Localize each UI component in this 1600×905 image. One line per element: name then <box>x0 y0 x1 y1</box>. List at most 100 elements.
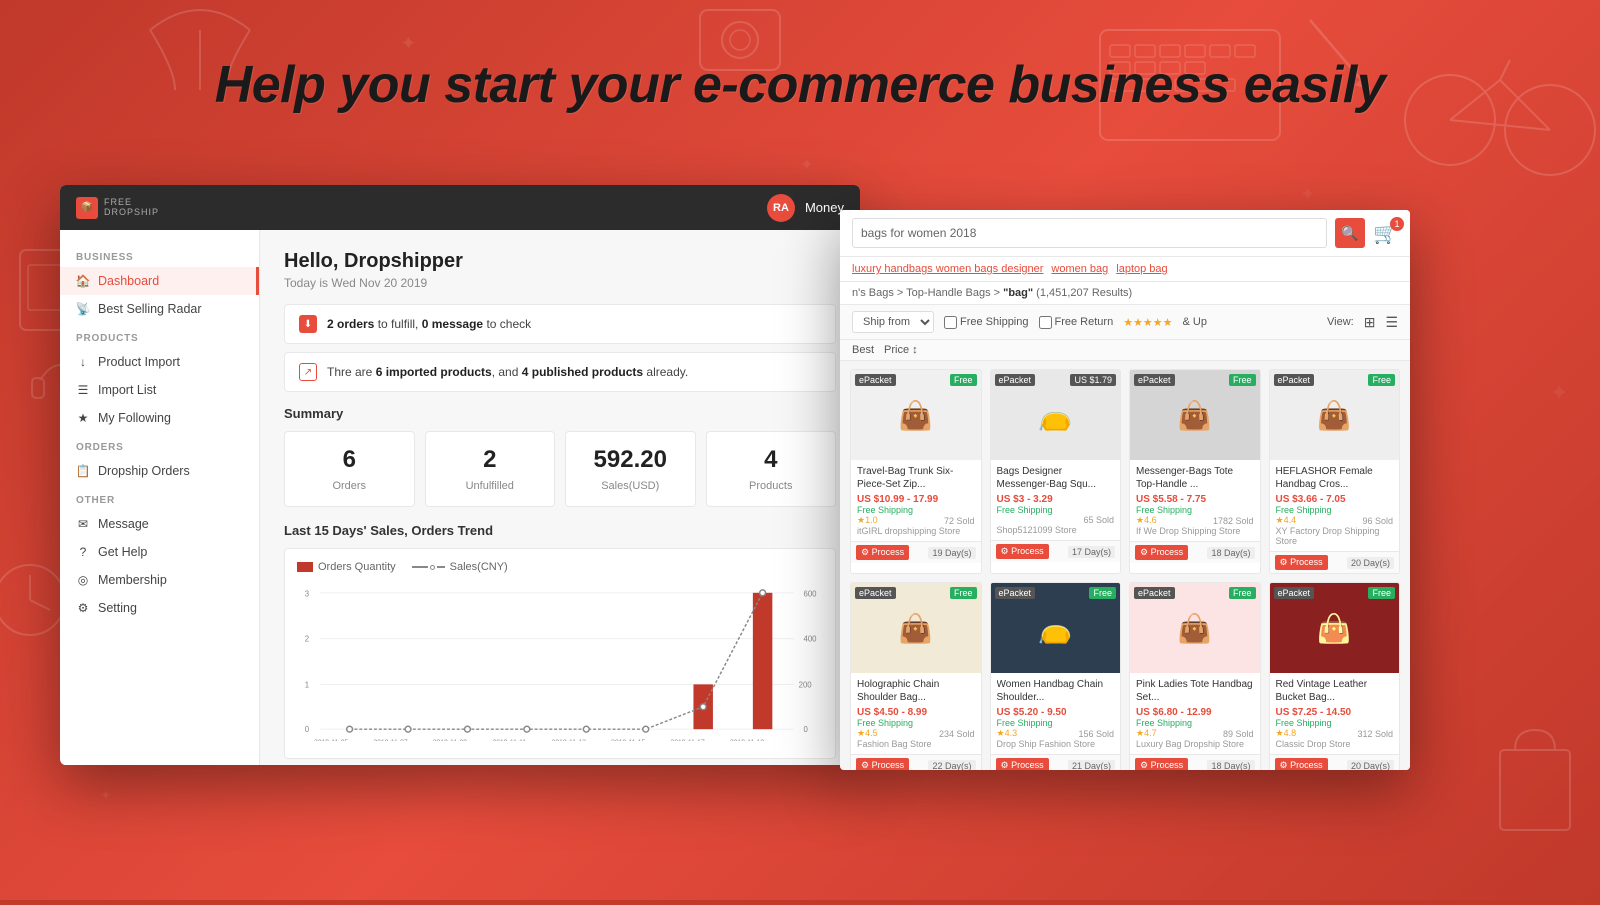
sidebar-item-dropship-orders[interactable]: 📋 Dropship Orders <box>60 457 259 485</box>
chart-svg-container: 3 2 1 0 600 400 200 0 <box>297 581 823 746</box>
product-image-3: 👜 ePacket Free <box>1130 370 1260 460</box>
free-return-filter[interactable]: Free Return <box>1039 316 1114 329</box>
money-label[interactable]: Money <box>805 200 844 215</box>
stars-up-label: & Up <box>1183 316 1207 328</box>
sort-best[interactable]: Best <box>852 344 874 356</box>
process-button-7[interactable]: ⚙ Process <box>1135 758 1188 770</box>
product-sold-2: 65 Sold <box>1083 515 1114 525</box>
product-card-2[interactable]: 👝 ePacket US $1.79 Bags Designer Messeng… <box>990 369 1122 574</box>
avatar[interactable]: RA <box>767 194 795 222</box>
sidebar-item-membership[interactable]: ◎ Membership <box>60 566 259 594</box>
product-process-5: ⚙ Process 22 Day(s) <box>851 754 981 770</box>
free-badge-5: Free <box>950 587 977 599</box>
process-button-5[interactable]: ⚙ Process <box>856 758 909 770</box>
products-label: Products <box>719 480 824 492</box>
free-shipping-label: Free Shipping <box>960 316 1029 328</box>
sidebar-item-message[interactable]: ✉ Message <box>60 510 259 538</box>
breadcrumb-text: n's Bags > Top-Handle Bags > "bag" (1,45… <box>852 287 1132 299</box>
view-label: View: <box>1327 316 1354 328</box>
process-days-8: 20 Day(s) <box>1347 760 1394 771</box>
grid-view-icon[interactable]: ⊞ <box>1364 314 1376 331</box>
sidebar-item-import-list[interactable]: ☰ Import List <box>60 376 259 404</box>
greeting: Hello, Dropshipper <box>284 250 836 273</box>
product-footer-7: ★4.7 89 Sold <box>1136 728 1254 739</box>
product-card-4[interactable]: 👜 ePacket Free HEFLASHOR Female Handbag … <box>1269 369 1401 574</box>
help-icon: ? <box>76 545 90 559</box>
product-card-8[interactable]: 👜 ePacket Free Red Vintage Leather Bucke… <box>1269 582 1401 770</box>
search-input[interactable] <box>852 218 1327 248</box>
svg-text:2019-11-17: 2019-11-17 <box>670 739 704 741</box>
product-info-1: Travel-Bag Trunk Six-Piece-Set Zip... US… <box>851 460 981 541</box>
process-button-6[interactable]: ⚙ Process <box>996 758 1049 770</box>
product-card-6[interactable]: 👝 ePacket Free Women Handbag Chain Shoul… <box>990 582 1122 770</box>
product-process-4: ⚙ Process 20 Day(s) <box>1270 551 1400 573</box>
product-stars-7: ★4.7 <box>1136 728 1157 739</box>
process-button-4[interactable]: ⚙ Process <box>1275 555 1328 570</box>
stars-filter[interactable]: ★★★★★ <box>1123 316 1172 329</box>
tag-3[interactable]: laptop bag <box>1116 263 1167 275</box>
free-return-checkbox[interactable] <box>1039 316 1052 329</box>
product-card-5[interactable]: 👜 ePacket Free Holographic Chain Shoulde… <box>850 582 982 770</box>
import-icon: ↓ <box>76 355 90 369</box>
legend-orders-label: Orders Quantity <box>318 561 396 573</box>
product-process-3: ⚙ Process 18 Day(s) <box>1130 541 1260 563</box>
product-store-6: Drop Ship Fashion Store <box>997 739 1115 749</box>
svg-text:✦: ✦ <box>1300 184 1315 204</box>
process-days-1: 19 Day(s) <box>928 547 975 559</box>
sidebar-item-following[interactable]: ★ My Following <box>60 404 259 432</box>
logo-icon: 📦 <box>76 197 98 219</box>
epacket-badge-1: ePacket <box>855 374 896 386</box>
product-window: 🔍 🛒 1 luxury handbags women bags designe… <box>840 210 1410 770</box>
product-store-2: Shop5121099 Store <box>997 525 1115 535</box>
product-stars-5: ★4.5 <box>857 728 878 739</box>
product-card-1[interactable]: 👜 ePacket Free Travel-Bag Trunk Six-Piec… <box>850 369 982 574</box>
sidebar-item-setting[interactable]: ⚙ Setting <box>60 594 259 622</box>
summary-card-unfulfilled: 2 Unfulfilled <box>425 431 556 507</box>
process-button-1[interactable]: ⚙ Process <box>856 545 909 560</box>
sidebar-section-business: BUSINESS <box>60 242 259 267</box>
product-shipping-3: Free Shipping <box>1136 505 1254 515</box>
process-button-8[interactable]: ⚙ Process <box>1275 758 1328 770</box>
product-shipping-4: Free Shipping <box>1276 505 1394 515</box>
free-shipping-checkbox[interactable] <box>944 316 957 329</box>
product-info-5: Holographic Chain Shoulder Bag... US $4.… <box>851 673 981 754</box>
dot2 <box>405 726 411 732</box>
bag-emoji-6: 👝 <box>1038 612 1073 645</box>
product-card-7[interactable]: 👜 ePacket Free Pink Ladies Tote Handbag … <box>1129 582 1261 770</box>
product-sold-1: 72 Sold <box>944 516 975 526</box>
sidebar-item-get-help[interactable]: ? Get Help <box>60 538 259 566</box>
sort-price[interactable]: Price ↕ <box>884 344 918 356</box>
product-price-3: US $5.58 - 7.75 <box>1136 494 1254 505</box>
process-button-2[interactable]: ⚙ Process <box>996 544 1049 559</box>
sidebar-item-product-import[interactable]: ↓ Product Import <box>60 348 259 376</box>
svg-text:2019-11-11: 2019-11-11 <box>492 739 526 741</box>
cart-icon[interactable]: 🛒 1 <box>1373 221 1398 246</box>
product-image-4: 👜 ePacket Free <box>1270 370 1400 460</box>
chart-title: Last 15 Days' Sales, Orders Trend <box>284 523 836 538</box>
product-card-3[interactable]: 👜 ePacket Free Messenger-Bags Tote Top-H… <box>1129 369 1261 574</box>
search-tags: luxury handbags women bags designer wome… <box>840 257 1410 282</box>
product-name-7: Pink Ladies Tote Handbag Set... <box>1136 678 1254 704</box>
alert-orders-icon: ⬇ <box>299 315 317 333</box>
product-grid: 👜 ePacket Free Travel-Bag Trunk Six-Piec… <box>850 369 1400 770</box>
svg-text:✦: ✦ <box>1550 380 1568 405</box>
sidebar-item-dashboard[interactable]: 🏠 Dashboard <box>60 267 259 295</box>
list-view-icon[interactable]: ☰ <box>1385 314 1398 331</box>
summary-card-sales: 592.20 Sales(USD) <box>565 431 696 507</box>
process-button-3[interactable]: ⚙ Process <box>1135 545 1188 560</box>
tag-2[interactable]: women bag <box>1051 263 1108 275</box>
search-button[interactable]: 🔍 <box>1335 218 1365 248</box>
unfulfilled-label: Unfulfilled <box>438 480 543 492</box>
product-sold-3: 1782 Sold <box>1213 516 1254 526</box>
headline: Help you start your e-commerce business … <box>215 55 1386 115</box>
product-info-2: Bags Designer Messenger-Bag Squ... US $3… <box>991 460 1121 540</box>
alert-products: ↗ Thre are 6 imported products, and 4 pu… <box>284 352 836 392</box>
free-shipping-filter[interactable]: Free Shipping <box>944 316 1029 329</box>
ship-from-select[interactable]: Ship from <box>852 311 934 333</box>
sidebar-item-best-selling[interactable]: 📡 Best Selling Radar <box>60 295 259 323</box>
summary-card-products: 4 Products <box>706 431 837 507</box>
product-store-5: Fashion Bag Store <box>857 739 975 749</box>
dot6 <box>643 726 649 732</box>
dot5 <box>583 726 589 732</box>
tag-1[interactable]: luxury handbags women bags designer <box>852 263 1043 275</box>
